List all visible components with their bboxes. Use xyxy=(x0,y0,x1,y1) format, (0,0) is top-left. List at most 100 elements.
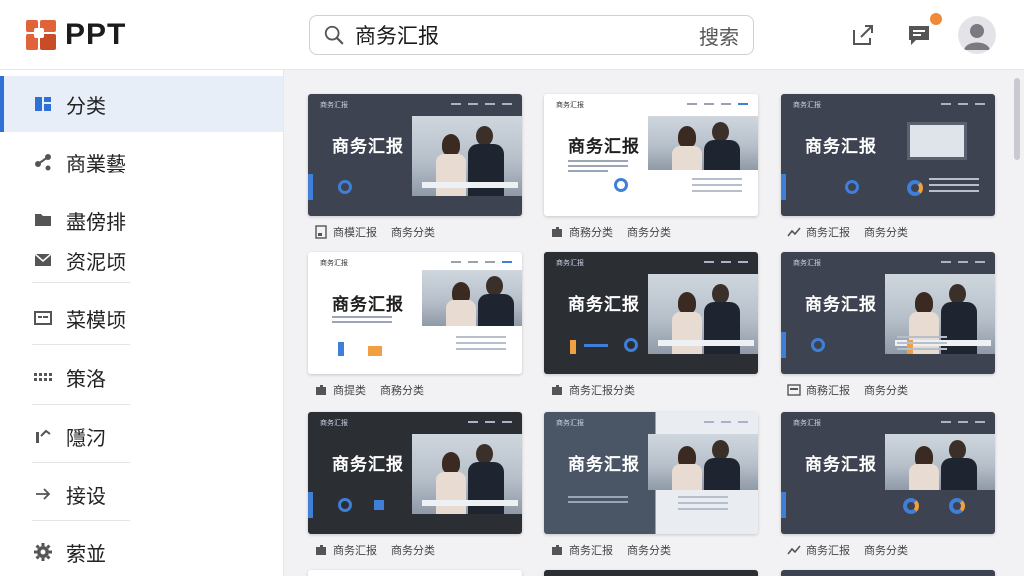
folder-icon xyxy=(32,209,54,231)
avatar-icon xyxy=(964,24,990,50)
thumb-header: 商务汇报 xyxy=(320,101,348,109)
logo-icon xyxy=(26,20,56,50)
sidebar-item-label: 隱汈 xyxy=(66,425,106,450)
thumb-header: 商务汇报 xyxy=(556,419,584,427)
business-photo xyxy=(648,274,758,354)
template-caption: 商务汇报 商务分类 xyxy=(787,224,908,240)
laptop-image xyxy=(907,122,967,160)
search-icon xyxy=(324,25,344,45)
template-tag: 商务分类 xyxy=(864,226,908,239)
template-meta: 商務汇报 xyxy=(806,384,850,397)
template-thumbnail[interactable]: 商务汇报 商务汇报 xyxy=(544,252,758,374)
template-tag: 商务分类 xyxy=(627,544,671,557)
mail-icon xyxy=(32,249,54,271)
template-thumbnail-partial[interactable] xyxy=(308,570,522,576)
template-thumbnail[interactable]: 商务汇报 商务汇报 xyxy=(544,94,758,216)
template-tag: 商務分类 xyxy=(380,384,424,397)
template-meta: 商提类 xyxy=(333,384,366,397)
sidebar-item-share[interactable]: 商業藝 xyxy=(0,134,283,190)
sidebar-item-settings[interactable]: 萦並 xyxy=(0,524,283,576)
template-card[interactable]: 商务汇报 商务汇报 商务汇报 商务分类 xyxy=(781,94,995,239)
notification-badge xyxy=(930,13,942,25)
app-logo[interactable]: PPT xyxy=(26,18,126,52)
template-tag: 商务分类 xyxy=(391,226,435,239)
thumb-nav xyxy=(704,258,748,263)
arrow-right-icon xyxy=(32,483,54,505)
sidebar-item-chart[interactable]: 隱汈 xyxy=(0,408,283,464)
thumb-header: 商务汇报 xyxy=(320,259,348,267)
sidebar-item-category[interactable]: 分类 xyxy=(0,76,283,132)
template-caption: 商務汇报 商务分类 xyxy=(787,382,908,398)
template-caption: 商务汇报 商务分类 xyxy=(314,542,435,558)
business-photo xyxy=(412,116,522,196)
thumb-header: 商务汇报 xyxy=(793,419,821,427)
template-thumbnail[interactable]: 商务汇报 商务汇报 xyxy=(781,94,995,216)
sidebar-item-arrow[interactable]: 接设 xyxy=(0,466,283,522)
sidebar-item-label: 盡傍排 xyxy=(66,209,126,234)
share-icon[interactable] xyxy=(850,22,876,48)
template-caption: 商務分类 商务分类 xyxy=(550,224,671,240)
card-icon xyxy=(32,307,54,329)
business-photo xyxy=(648,116,758,170)
sidebar-divider xyxy=(32,282,130,283)
sidebar-item-card[interactable]: 菜模顷 xyxy=(0,290,283,346)
puzzle-icon xyxy=(552,227,562,237)
template-card[interactable]: 商务汇报 商务汇报 商務分类 商务分类 xyxy=(544,94,758,239)
template-meta: 商務分类 xyxy=(569,226,613,239)
template-card[interactable]: 商务汇报 商务汇报 商模汇报 商务分类 xyxy=(308,94,522,239)
template-caption: 商模汇报 商务分类 xyxy=(314,224,435,240)
thumb-title: 商务汇报 xyxy=(332,455,404,475)
template-card[interactable]: 商务汇报 商务汇报 商务汇报分类 xyxy=(544,252,758,397)
template-meta: 商务汇报 xyxy=(569,544,613,557)
trend-icon xyxy=(787,545,801,555)
scrollbar-thumb[interactable] xyxy=(1014,78,1020,160)
thumb-nav xyxy=(468,418,512,423)
thumb-nav xyxy=(451,100,512,105)
dots-icon xyxy=(32,366,54,388)
template-card[interactable]: 商务汇报 商务汇报 商務汇报 商务分类 xyxy=(781,252,995,397)
sidebar-item-mail[interactable]: 资泥顷 xyxy=(0,232,283,288)
thumb-header: 商务汇报 xyxy=(320,419,348,427)
template-card[interactable]: 商务汇报 商务汇报 商务汇报 商务分类 xyxy=(308,412,522,557)
thumb-title: 商务汇报 xyxy=(332,295,404,315)
template-thumbnail[interactable]: 商务汇报 商务汇报 xyxy=(781,412,995,534)
template-meta: 商务汇报分类 xyxy=(569,384,635,397)
puzzle-icon xyxy=(316,545,326,555)
template-thumbnail[interactable]: 商务汇报 商务汇报 xyxy=(781,252,995,374)
sidebar-item-label: 菜模顷 xyxy=(66,307,126,332)
template-meta: 商务汇报 xyxy=(806,226,850,239)
search-button[interactable]: 搜索 xyxy=(699,21,739,50)
template-meta: 商务汇报 xyxy=(806,544,850,557)
app-name: PPT xyxy=(65,18,127,51)
template-grid: 商务汇报 商务汇报 商模汇报 商务分类 商务汇报 商务汇报 商務分类 商务分类 xyxy=(284,70,1024,576)
template-thumbnail-partial[interactable] xyxy=(544,570,758,576)
sidebar-item-label: 策洛 xyxy=(66,366,106,391)
template-tag: 商务分类 xyxy=(627,226,671,239)
message-icon[interactable] xyxy=(906,22,932,48)
template-thumbnail[interactable]: 商务汇报 商务汇报 xyxy=(308,252,522,374)
template-meta: 商务汇报 xyxy=(333,544,377,557)
thumb-title: 商务汇报 xyxy=(568,137,640,157)
sidebar-item-label: 商業藝 xyxy=(66,151,126,176)
template-thumbnail-partial[interactable] xyxy=(781,570,995,576)
search-input[interactable] xyxy=(355,23,699,47)
template-thumbnail[interactable]: 商务汇报 商务汇报 xyxy=(544,412,758,534)
template-card[interactable]: 商务汇报 商务汇报 商务汇报 商务分类 xyxy=(781,412,995,557)
sidebar-item-label: 萦並 xyxy=(66,541,106,566)
sidebar-item-dots[interactable]: 策洛 xyxy=(0,349,283,405)
template-thumbnail[interactable]: 商务汇报 商务汇报 xyxy=(308,412,522,534)
template-tag: 商务分类 xyxy=(864,544,908,557)
gear-icon xyxy=(32,541,54,563)
search-bar[interactable]: 搜索 xyxy=(309,15,754,55)
trend-icon xyxy=(787,227,801,237)
sidebar-divider xyxy=(32,462,130,463)
template-card[interactable]: 商务汇报 商务汇报 商务汇报 商务分类 xyxy=(544,412,758,557)
template-thumbnail[interactable]: 商务汇报 商务汇报 xyxy=(308,94,522,216)
thumb-nav xyxy=(451,258,512,263)
template-card[interactable]: 商务汇报 商务汇报 商提类 商務分类 xyxy=(308,252,522,397)
business-photo xyxy=(422,270,522,326)
sidebar-item-label: 接设 xyxy=(66,483,106,508)
thumb-title: 商务汇报 xyxy=(332,137,404,157)
avatar[interactable] xyxy=(958,16,996,54)
sidebar: 分类 商業藝 盡傍排 资泥顷 菜模顷 策洛 隱汈 接设 萦並 xyxy=(0,70,284,576)
